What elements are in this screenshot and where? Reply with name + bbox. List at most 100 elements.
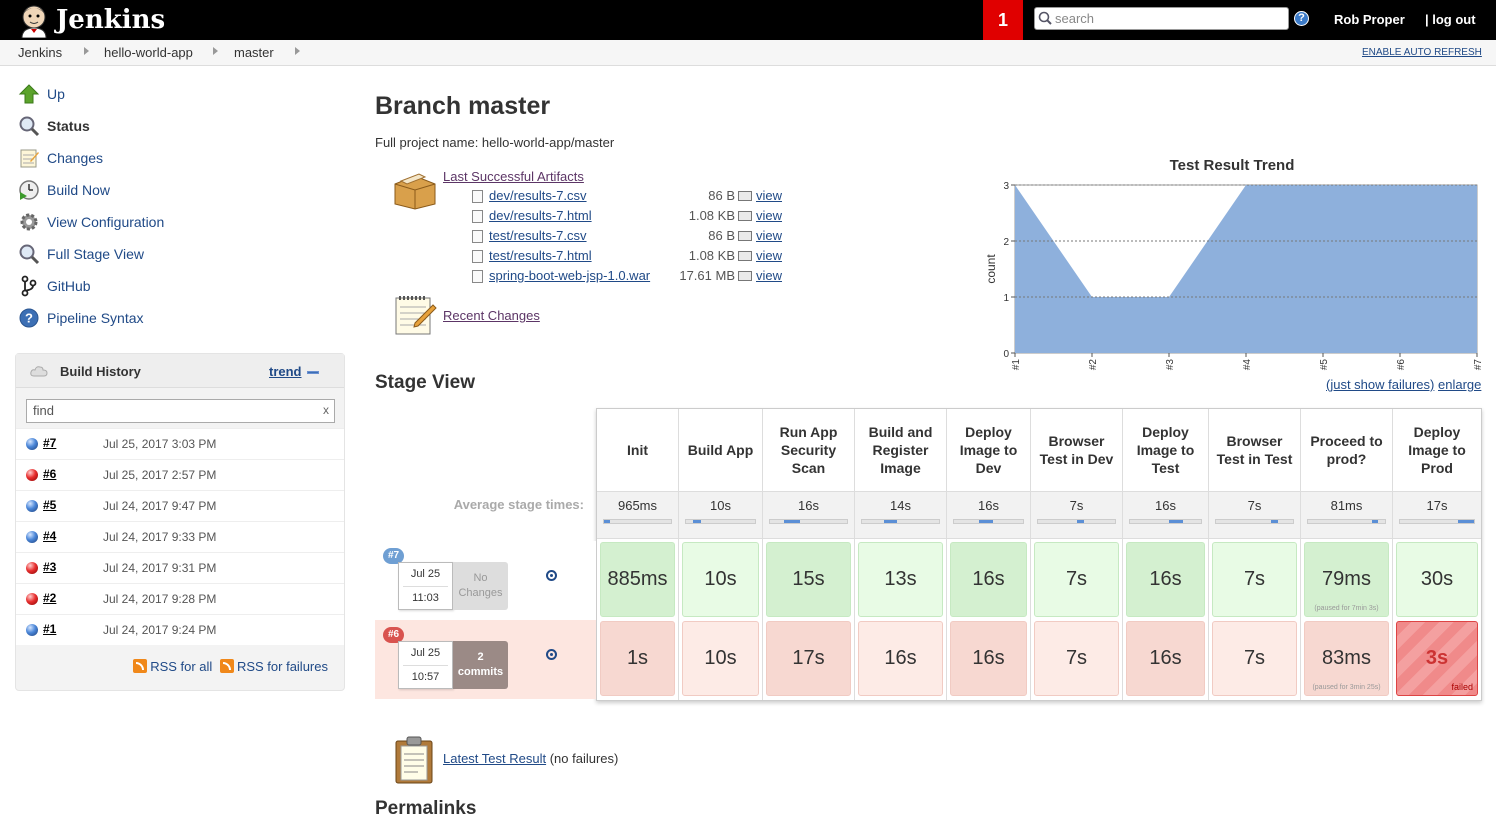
sidebar-item-pipeline-syntax[interactable]: ? Pipeline Syntax	[18, 306, 144, 330]
latest-test-result-link[interactable]: Latest Test Result	[443, 751, 546, 766]
artifact-file-link[interactable]: test/results-7.html	[489, 248, 592, 263]
artifact-size: 86 B	[708, 188, 735, 203]
rss-all-link[interactable]: RSS for all	[150, 659, 212, 674]
build-history-row[interactable]: #3 Jul 24, 2017 9:31 PM	[16, 552, 344, 583]
build-number-link[interactable]: #5	[43, 498, 56, 512]
run-info-icon[interactable]	[546, 649, 557, 660]
stage-cell[interactable]: 16s	[1126, 542, 1205, 617]
stage-cell[interactable]: 10s	[682, 542, 759, 617]
stage-cell[interactable]: 7s	[1034, 542, 1119, 617]
build-history-find-input[interactable]: find x	[26, 399, 335, 423]
artifact-view-link[interactable]: view	[756, 248, 782, 263]
last-successful-artifacts-link[interactable]: Last Successful Artifacts	[443, 169, 584, 184]
search-input[interactable]: search	[1034, 7, 1289, 30]
enable-auto-refresh-link[interactable]: ENABLE AUTO REFRESH	[1362, 47, 1482, 58]
breadcrumb-hello-world-app[interactable]: hello-world-app	[104, 45, 193, 60]
build-history-row[interactable]: #5 Jul 24, 2017 9:47 PM	[16, 490, 344, 521]
view-fingerprint-icon[interactable]	[738, 231, 752, 241]
recent-changes-link[interactable]: Recent Changes	[443, 308, 540, 323]
build-history-row[interactable]: #2 Jul 24, 2017 9:28 PM	[16, 583, 344, 614]
magnifier-icon	[19, 244, 40, 265]
run-info-icon[interactable]	[546, 570, 557, 581]
notification-count[interactable]: 1	[983, 0, 1023, 40]
artifact-file-link[interactable]: dev/results-7.csv	[489, 188, 587, 203]
build-number-link[interactable]: #3	[43, 560, 56, 574]
stage-cell[interactable]: 16s	[858, 621, 943, 696]
stage-cell[interactable]: 885ms	[600, 542, 675, 617]
stage-cell[interactable]: 15s	[766, 542, 851, 617]
stage-cell[interactable]: 1s	[600, 621, 675, 696]
sidebar-item-changes[interactable]: Changes	[18, 146, 103, 170]
stage-view-grid: Init 965ms 885ms 1s Build App 10s 10s 10s Run Ap…	[596, 408, 1482, 701]
enlarge-link[interactable]: enlarge	[1438, 377, 1481, 392]
view-fingerprint-icon[interactable]	[738, 191, 752, 201]
stage-cell[interactable]: 7s	[1034, 621, 1119, 696]
stage-cell[interactable]: 13s	[858, 542, 943, 617]
build-date: Jul 24, 2017 9:31 PM	[103, 561, 217, 575]
stage-cell[interactable]: 17s	[766, 621, 851, 696]
artifact-view-link[interactable]: view	[756, 228, 782, 243]
sidebar-item-full-stage-view[interactable]: Full Stage View	[18, 242, 144, 266]
artifact-view-link[interactable]: view	[756, 188, 782, 203]
build-number-link[interactable]: #1	[43, 622, 56, 636]
sidebar-item-build-now[interactable]: Build Now	[18, 178, 110, 202]
breadcrumb-arrow-icon[interactable]	[295, 47, 300, 55]
stage-average-time: 16s	[978, 498, 999, 513]
breadcrumb-jenkins[interactable]: Jenkins	[18, 45, 62, 60]
run-changes[interactable]: No Changes	[453, 562, 508, 610]
stage-cell[interactable]: 16s	[950, 621, 1027, 696]
build-history-row[interactable]: #1 Jul 24, 2017 9:24 PM	[16, 614, 344, 645]
just-show-failures-link[interactable]: (just show failures)	[1326, 377, 1434, 392]
stage-column: Run App Security Scan 16s 15s 17s	[763, 409, 855, 700]
stage-cell[interactable]: 10s	[682, 621, 759, 696]
build-number-link[interactable]: #2	[43, 591, 56, 605]
stage-cell[interactable]: 16s	[1126, 621, 1205, 696]
help-icon[interactable]: ?	[1294, 11, 1309, 26]
stage-average: 16s	[947, 491, 1030, 539]
view-fingerprint-icon[interactable]	[738, 211, 752, 221]
view-fingerprint-icon[interactable]	[738, 271, 752, 281]
build-history-row[interactable]: #6 Jul 25, 2017 2:57 PM	[16, 459, 344, 490]
build-number-link[interactable]: #7	[43, 436, 56, 450]
user-name-link[interactable]: Rob Proper	[1334, 12, 1405, 27]
sidebar-item-label: Build Now	[47, 182, 111, 198]
artifact-view-link[interactable]: view	[756, 208, 782, 223]
build-number-link[interactable]: #6	[43, 467, 56, 481]
sidebar-item-status[interactable]: Status	[18, 114, 90, 138]
sidebar-item-up[interactable]: Up	[18, 82, 65, 106]
run-changes[interactable]: 2 commits	[453, 641, 508, 689]
run-date-divider	[403, 586, 448, 587]
breadcrumb-master[interactable]: master	[234, 45, 274, 60]
search-placeholder: search	[1055, 11, 1095, 26]
rss-links: RSS for all RSS for failures	[16, 659, 344, 674]
stage-cell[interactable]: 16s	[950, 542, 1027, 617]
view-fingerprint-icon[interactable]	[738, 251, 752, 261]
stage-cell[interactable]: 83ms (paused for 3min 25s)	[1304, 621, 1389, 696]
stage-cell[interactable]: 30s	[1396, 542, 1478, 617]
artifact-file-link[interactable]: spring-boot-web-jsp-1.0.war	[489, 268, 650, 283]
build-history-row[interactable]: #4 Jul 24, 2017 9:33 PM	[16, 521, 344, 552]
stage-cell[interactable]: 7s	[1212, 621, 1297, 696]
jenkins-logo[interactable]: Jenkins	[16, 2, 165, 38]
rss-failures-link[interactable]: RSS for failures	[237, 659, 328, 674]
stage-average-fill	[1271, 520, 1278, 523]
clear-icon[interactable]: x	[323, 403, 329, 417]
test-result-trend-chart[interactable]: 0 1 2 3 #1 #2 #3 #4 #5 #6 #7 count	[975, 175, 1485, 375]
sidebar-item-view-configuration[interactable]: View Configuration	[18, 210, 164, 234]
logout-link[interactable]: | log out	[1425, 12, 1476, 27]
collapse-icon[interactable]	[307, 371, 319, 374]
artifact-view-link[interactable]: view	[756, 268, 782, 283]
breadcrumb-arrow-icon[interactable]	[84, 47, 89, 55]
build-number-link[interactable]: #4	[43, 529, 56, 543]
stage-cell[interactable]: 79ms (paused for 7min 3s)	[1304, 542, 1389, 617]
artifact-file-link[interactable]: test/results-7.csv	[489, 228, 587, 243]
build-history-row[interactable]: #7 Jul 25, 2017 3:03 PM	[16, 428, 344, 459]
stage-cell[interactable]: 3s failed	[1396, 621, 1478, 696]
stage-average-time: 16s	[798, 498, 819, 513]
build-history-trend-link[interactable]: trend	[269, 364, 302, 379]
sidebar-item-github[interactable]: GitHub	[18, 274, 91, 298]
stage-cell[interactable]: 7s	[1212, 542, 1297, 617]
artifact-file-link[interactable]: dev/results-7.html	[489, 208, 592, 223]
breadcrumb-arrow-icon[interactable]	[213, 47, 218, 55]
failed-status-icon	[26, 593, 38, 605]
